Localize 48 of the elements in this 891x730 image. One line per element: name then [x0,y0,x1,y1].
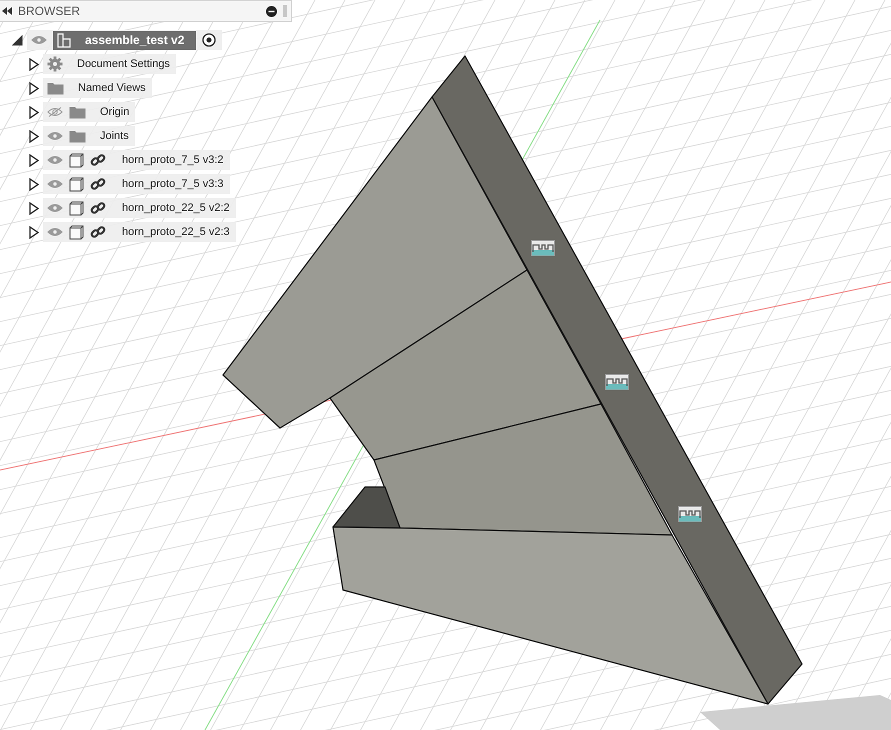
gear-icon [47,56,63,72]
tree-item-label: Document Settings [76,58,170,70]
cube-outline-icon [69,152,84,168]
collapse-triangle-icon[interactable] [12,34,23,46]
tree-root-item[interactable]: assemble_test v2 [27,30,222,50]
joint-icon[interactable] [605,374,629,390]
tree-item[interactable]: Joints [43,126,135,146]
folder-icon [47,82,64,94]
collapse-panel-icon[interactable] [2,7,12,15]
joint-icon[interactable] [531,240,555,256]
panel-title: BROWSER [18,4,82,18]
active-radio-icon[interactable] [202,33,216,47]
folder-icon [69,130,86,142]
tree-item-label: horn_proto_7_5 v3:3 [121,178,224,190]
link-icon [90,176,106,192]
expand-triangle-icon[interactable] [29,130,39,142]
tree-item[interactable]: Named Views [43,78,152,98]
root-component-label: assemble_test v2 [53,30,196,50]
expand-triangle-icon[interactable] [29,202,39,214]
resize-handle-icon[interactable] [283,5,287,17]
expand-triangle-icon[interactable] [29,154,39,166]
link-icon [90,152,106,168]
tree-item[interactable]: horn_proto_7_5 v3:3 [43,174,230,194]
tree-item-label: Named Views [77,82,146,94]
tree-item-label: horn_proto_22_5 v2:3 [121,226,230,238]
expand-triangle-icon[interactable] [29,178,39,190]
expand-triangle-icon[interactable] [29,226,39,238]
component-icon [57,32,71,48]
tree-item-label: Joints [99,130,129,142]
tree-item[interactable]: horn_proto_7_5 v3:2 [43,150,230,170]
tree-item[interactable]: horn_proto_22_5 v2:3 [43,222,236,242]
expand-triangle-icon[interactable] [29,106,39,118]
minimize-icon[interactable] [266,6,277,16]
link-icon [90,224,106,240]
tree-item-label: horn_proto_22_5 v2:2 [121,202,230,214]
tree-item[interactable]: Document Settings [43,54,176,74]
expand-triangle-icon[interactable] [29,58,39,70]
link-icon [90,200,106,216]
tree-item-label: Origin [99,106,130,118]
cube-outline-icon [69,224,84,240]
tree-item-label: horn_proto_7_5 v3:2 [121,154,224,166]
tree-item[interactable]: horn_proto_22_5 v2:2 [43,198,236,218]
joint-icon[interactable] [678,506,702,522]
folder-icon [69,106,86,118]
tree-item[interactable]: Origin [43,102,136,122]
cube-outline-icon [69,176,84,192]
cube-outline-icon [69,200,84,216]
expand-triangle-icon[interactable] [29,82,39,94]
